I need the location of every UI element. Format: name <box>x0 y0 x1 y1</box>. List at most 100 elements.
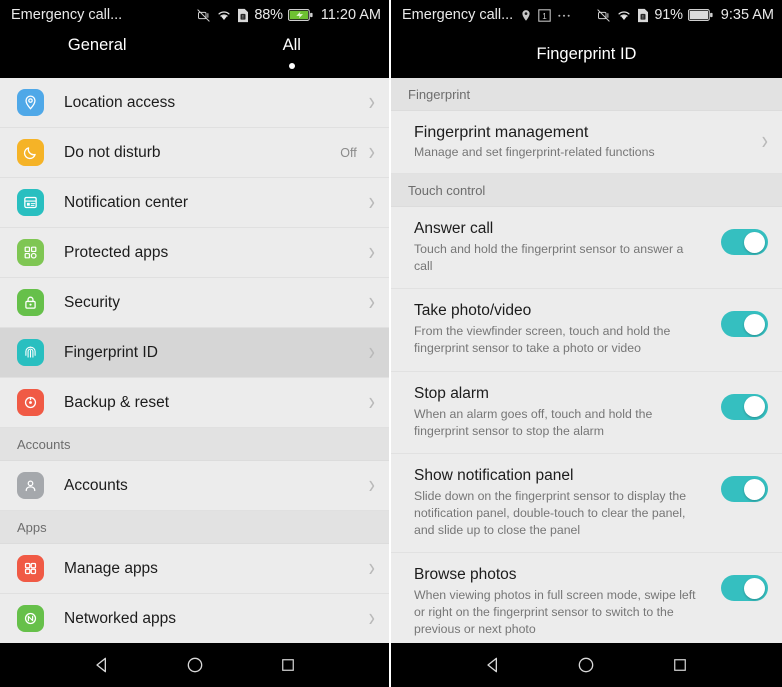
active-tab-indicator-dot <box>288 63 295 69</box>
setting-row-answer-call[interactable]: Answer call Touch and hold the fingerpri… <box>391 207 782 290</box>
setting-row-take-photo-video[interactable]: Take photo/video From the viewfinder scr… <box>391 289 782 372</box>
home-icon[interactable] <box>177 647 213 683</box>
battery-charging-icon <box>287 8 313 22</box>
list-item-label: Protected apps <box>64 243 169 261</box>
recents-icon[interactable] <box>270 647 306 683</box>
battery-icon <box>687 8 713 22</box>
list-item-text: Fingerprint management Manage and set fi… <box>414 124 762 159</box>
notification-icons-group: 1 <box>520 8 571 22</box>
toggle-switch-browse-photos[interactable] <box>721 575 768 602</box>
right-phone-screen: Emergency call... 1 ! 91% 9:35 AM Finger… <box>391 0 782 687</box>
home-icon[interactable] <box>568 647 604 683</box>
settings-tab-bar: General All <box>0 30 389 78</box>
setting-text: Stop alarm When an alarm goes off, touch… <box>414 385 721 439</box>
location-pin-icon <box>17 89 44 116</box>
left-status-bar: Emergency call... ! 88% 11:20 AM <box>0 0 389 30</box>
fingerprint-settings-list[interactable]: Fingerprint Fingerprint management Manag… <box>391 78 782 643</box>
list-item-label: Fingerprint ID <box>64 343 158 361</box>
lock-icon <box>17 289 44 316</box>
list-item-value: Off <box>340 145 357 160</box>
chevron-right-icon: › <box>368 388 375 417</box>
list-item-label: Networked apps <box>64 609 177 627</box>
setting-row-browse-photos[interactable]: Browse photos When viewing photos in ful… <box>391 553 782 643</box>
chevron-right-icon: › <box>368 288 375 317</box>
list-item-label: Backup & reset <box>64 393 170 411</box>
list-item-label: Notification center <box>64 193 189 211</box>
vibrate-off-icon <box>596 8 611 23</box>
list-item-title: Fingerprint management <box>414 124 589 141</box>
svg-text:1: 1 <box>542 11 547 20</box>
section-header-fingerprint: Fingerprint <box>391 78 782 111</box>
protected-apps-icon <box>17 239 44 266</box>
list-item-accounts[interactable]: Accounts › <box>0 461 389 511</box>
setting-text: Take photo/video From the viewfinder scr… <box>414 302 721 356</box>
location-pin-icon <box>520 9 532 22</box>
toggle-knob <box>744 396 765 418</box>
settings-list[interactable]: Location access › Do not disturb Off › N… <box>0 78 389 643</box>
toggle-knob <box>744 478 765 500</box>
status-icons-group: ! 88% 11:20 AM <box>196 7 381 23</box>
one-box-icon: 1 <box>538 8 551 22</box>
backup-reset-icon <box>17 389 44 416</box>
list-item-label: Security <box>64 293 120 311</box>
carrier-label: Emergency call... <box>11 7 123 23</box>
back-icon[interactable] <box>84 647 120 683</box>
list-item-security[interactable]: Security › <box>0 278 389 328</box>
list-item-location-access[interactable]: Location access › <box>0 78 389 128</box>
setting-text: Answer call Touch and hold the fingerpri… <box>414 220 721 274</box>
left-navigation-bar <box>0 643 389 687</box>
back-icon[interactable] <box>475 647 511 683</box>
chevron-right-icon: › <box>368 188 375 217</box>
recents-icon[interactable] <box>662 647 698 683</box>
chevron-right-icon: › <box>368 138 375 167</box>
toggle-switch-stop-alarm[interactable] <box>721 393 768 420</box>
status-icons-group: ! 91% 9:35 AM <box>596 7 774 23</box>
toggle-switch-answer-call[interactable] <box>721 229 768 255</box>
right-navigation-bar <box>391 643 782 687</box>
tab-general-label: General <box>67 36 127 54</box>
list-item-notification-center[interactable]: Notification center › <box>0 178 389 228</box>
chevron-right-icon: › <box>368 238 375 267</box>
chevron-right-icon: › <box>761 127 768 156</box>
setting-description: Slide down on the fingerprint sensor to … <box>414 489 687 537</box>
list-item-fingerprint-management[interactable]: Fingerprint management Manage and set fi… <box>391 111 782 174</box>
setting-description: When viewing photos in full screen mode,… <box>414 588 696 636</box>
toggle-switch-show-notification-panel[interactable] <box>721 476 768 503</box>
list-item-protected-apps[interactable]: Protected apps › <box>0 228 389 278</box>
toggle-knob <box>744 231 765 253</box>
notification-center-icon <box>17 189 44 216</box>
toggle-switch-take-photo-video[interactable] <box>721 311 768 338</box>
battery-percent-label: 91% <box>654 7 683 23</box>
setting-description: From the viewfinder screen, touch and ho… <box>414 324 671 356</box>
list-item-networked-apps[interactable]: Networked apps › <box>0 594 389 643</box>
section-header-apps: Apps <box>0 511 389 544</box>
list-item-label: Manage apps <box>64 559 158 577</box>
list-item-do-not-disturb[interactable]: Do not disturb Off › <box>0 128 389 178</box>
tab-all[interactable]: All <box>195 30 390 69</box>
overflow-dots-icon <box>557 12 571 18</box>
section-header-accounts: Accounts <box>0 428 389 461</box>
screenshot-root: Emergency call... ! 88% 11:20 AM General… <box>0 0 782 687</box>
chevron-right-icon: › <box>368 88 375 117</box>
toggle-knob <box>744 577 765 599</box>
list-item-backup-and-reset[interactable]: Backup & reset › <box>0 378 389 428</box>
setting-description: When an alarm goes off, touch and hold t… <box>414 406 653 438</box>
setting-row-stop-alarm[interactable]: Stop alarm When an alarm goes off, touch… <box>391 371 782 455</box>
battery-percent-label: 88% <box>254 7 283 23</box>
chevron-right-icon: › <box>368 554 375 583</box>
vibrate-off-icon <box>196 8 211 23</box>
person-icon <box>17 472 44 499</box>
setting-title: Take photo/video <box>414 302 532 320</box>
setting-title: Browse photos <box>414 566 517 584</box>
setting-title: Show notification panel <box>414 467 574 485</box>
setting-row-show-notification-panel[interactable]: Show notification panel Slide down on th… <box>391 454 782 554</box>
page-title: Fingerprint ID <box>536 44 637 63</box>
list-item-label: Accounts <box>64 476 128 494</box>
list-item-fingerprint-id[interactable]: Fingerprint ID › <box>0 328 389 378</box>
tab-general[interactable]: General <box>0 30 195 55</box>
grid-apps-icon <box>17 555 44 582</box>
section-header-touch-control: Touch control <box>391 174 782 207</box>
list-item-label: Do not disturb <box>64 143 161 161</box>
carrier-label: Emergency call... <box>402 7 514 23</box>
list-item-manage-apps[interactable]: Manage apps › <box>0 544 389 594</box>
